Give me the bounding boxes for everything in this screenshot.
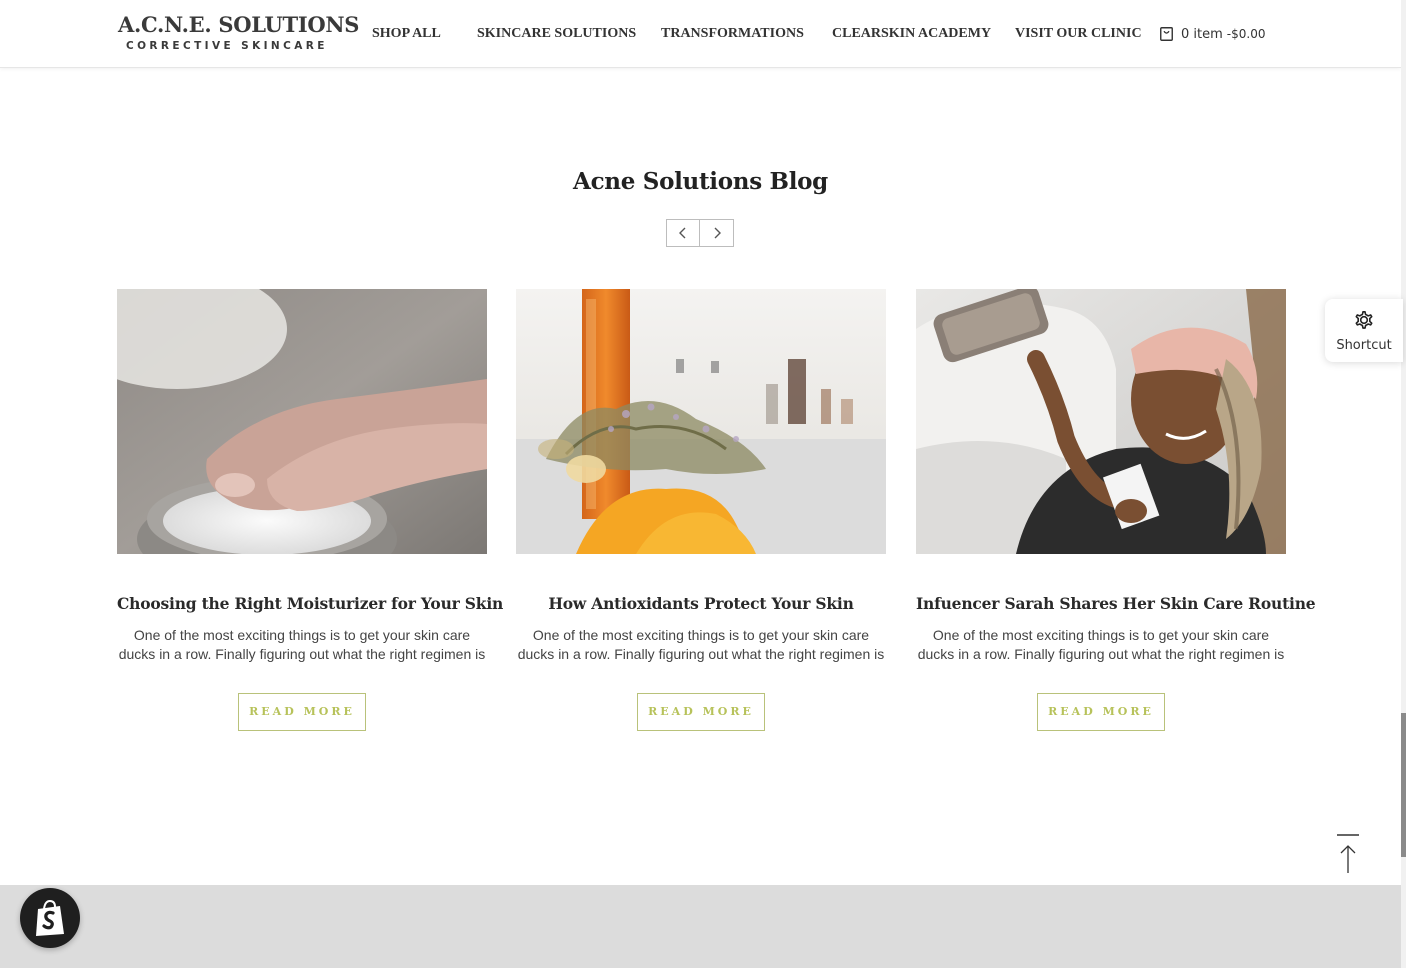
blog-post-excerpt: One of the most exciting things is to ge… (517, 627, 885, 662)
carousel-controls (666, 219, 734, 247)
nav-shop-all[interactable]: SHOP ALL (372, 26, 441, 42)
read-more-button[interactable]: READ MORE (637, 693, 765, 731)
logo-sub-text: CORRECTIVE SKINCARE (126, 40, 328, 52)
blog-post-title[interactable]: How Antioxidants Protect Your Skin (516, 594, 886, 613)
blog-image-moisturizer[interactable] (117, 289, 487, 554)
carousel-next-button[interactable] (700, 219, 734, 247)
site-header: A.C.N.E. SOLUTIONS CORRECTIVE SKINCARE S… (0, 0, 1401, 68)
gear-icon (1355, 310, 1373, 329)
nav-skincare-solutions[interactable]: SKINCARE SOLUTIONS (477, 26, 636, 42)
carousel-prev-button[interactable] (666, 219, 700, 247)
blog-card: Infuencer Sarah Shares Her Skin Care Rou… (916, 289, 1316, 731)
read-more-button[interactable]: READ MORE (238, 693, 366, 731)
blog-card: Choosing the Right Moisturizer for Your … (117, 289, 503, 731)
site-footer (0, 885, 1401, 968)
site-logo[interactable]: A.C.N.E. SOLUTIONS CORRECTIVE SKINCARE (118, 12, 360, 56)
nav-visit-our-clinic[interactable]: VISIT OUR CLINIC (1015, 26, 1142, 42)
shortcut-label: Shortcut (1336, 338, 1392, 353)
nav-transformations[interactable]: TRANSFORMATIONS (661, 26, 804, 42)
blog-card: How Antioxidants Protect Your Skin One o… (516, 289, 886, 731)
blog-section-title: Acne Solutions Blog (573, 168, 828, 195)
blog-post-excerpt: One of the most exciting things is to ge… (118, 627, 486, 662)
scrollbar-thumb[interactable] (1401, 713, 1406, 857)
blog-post-title[interactable]: Infuencer Sarah Shares Her Skin Care Rou… (916, 594, 1316, 613)
shopify-bag-icon (36, 899, 64, 936)
cart-total: -$0.00 (1226, 27, 1266, 41)
chevron-left-icon (679, 227, 686, 239)
blog-image-antioxidants[interactable] (516, 289, 886, 554)
logo-main-text: A.C.N.E. SOLUTIONS (118, 12, 360, 37)
chevron-right-icon (714, 227, 721, 239)
arrow-up-icon[interactable] (1336, 834, 1360, 874)
blog-image-influencer[interactable] (916, 289, 1286, 554)
blog-post-excerpt: One of the most exciting things is to ge… (917, 627, 1285, 662)
blog-post-title[interactable]: Choosing the Right Moisturizer for Your … (117, 594, 503, 613)
nav-clearskin-academy[interactable]: CLEARSKIN ACADEMY (832, 26, 991, 42)
shopify-chat-button[interactable] (20, 888, 80, 948)
shortcut-widget[interactable]: Shortcut (1325, 299, 1403, 362)
cart-count: 0 item (1181, 26, 1223, 42)
shopping-bag-icon (1160, 27, 1173, 41)
read-more-button[interactable]: READ MORE (1037, 693, 1165, 731)
cart-button[interactable]: 0 item -$0.00 (1160, 25, 1265, 43)
